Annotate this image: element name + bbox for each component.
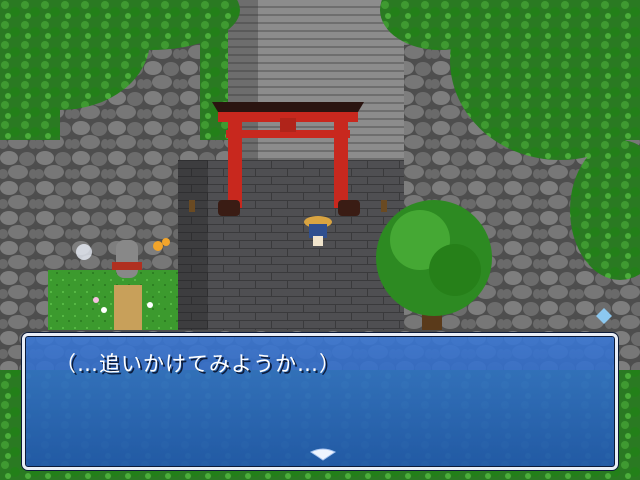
shrine-path (178, 160, 404, 330)
jizo-statue (116, 240, 138, 278)
lantern-right (381, 200, 387, 212)
lantern-left (189, 200, 195, 212)
game-scene: （…追いかけてみようか…） (0, 0, 640, 480)
message-window[interactable]: （…追いかけてみようか…） (22, 333, 618, 470)
dialog-text: （…追いかけてみようか…） (55, 352, 341, 376)
pause-arrow-icon[interactable] (309, 448, 337, 462)
